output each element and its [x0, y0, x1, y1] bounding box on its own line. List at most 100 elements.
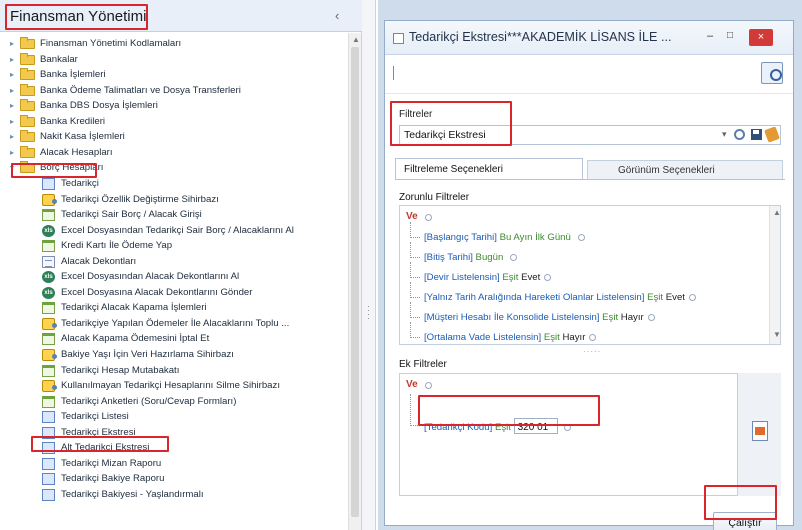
tree-node-expanded[interactable]: ▾ Borç Hesapları	[0, 160, 348, 176]
menu-item[interactable]: Alacak Kapama Ödemesini İptal Et	[0, 331, 348, 347]
scrollbar-thumb[interactable]	[351, 47, 359, 517]
filter-operator[interactable]: Eşit	[647, 292, 663, 303]
dialog-title: Tedarikçi Ekstresi***AKADEMİK LİSANS İLE…	[409, 30, 672, 44]
tree-node[interactable]: ▸ Nakit Kasa İşlemleri	[0, 129, 348, 145]
scroll-up-icon[interactable]: ▲	[773, 208, 780, 217]
folder-icon	[20, 68, 35, 81]
collapse-icon[interactable]: ‹	[335, 8, 339, 23]
dialog-titlebar[interactable]: Tedarikçi Ekstresi***AKADEMİK LİSANS İLE…	[385, 21, 793, 55]
excel-export-icon[interactable]	[752, 421, 768, 441]
menu-item[interactable]: Tedarikçi	[0, 176, 348, 192]
remove-condition-icon[interactable]	[564, 424, 572, 431]
panel-splitter[interactable]: · · · ·	[362, 0, 376, 530]
minimize-button[interactable]: –	[707, 30, 721, 42]
menu-item[interactable]: Tedarikçi Özellik Değiştirme Sihirbazı	[0, 192, 348, 208]
add-condition-icon[interactable]	[425, 382, 432, 389]
remove-condition-icon[interactable]	[509, 254, 517, 261]
menu-item[interactable]: Alt Tedarikçi Ekstresi	[0, 440, 348, 456]
filter-select[interactable]: Tedarikçi Ekstresi ▾	[399, 125, 781, 145]
expand-icon[interactable]: ▸	[10, 129, 18, 145]
tab-filter-options[interactable]: Filtreleme Seçenekleri	[395, 158, 583, 180]
filter-value[interactable]: Evet	[666, 292, 685, 303]
filter-field[interactable]: [Devir Listelensin]	[424, 272, 500, 283]
menu-item[interactable]: Excel Dosyasından Tedarikçi Sair Borç / …	[0, 223, 348, 239]
menu-item[interactable]: Kredi Kartı İle Ödeme Yap	[0, 238, 348, 254]
tree-node[interactable]: ▸ Banka DBS Dosya İşlemleri	[0, 98, 348, 114]
menu-item[interactable]: Tedarikçi Mizan Raporu	[0, 456, 348, 472]
scroll-up-icon[interactable]: ▲	[352, 35, 360, 44]
menu-item[interactable]: Tedarikçi Ekstresi	[0, 425, 348, 441]
wizard-icon	[42, 380, 57, 393]
menu-item-label: Tedarikçi Mizan Raporu	[61, 457, 162, 469]
filter-field[interactable]: [Müşteri Hesabı İle Konsolide Listelensi…	[424, 312, 599, 323]
expand-icon[interactable]: ▸	[10, 145, 18, 161]
chevron-down-icon[interactable]: ▾	[722, 129, 727, 140]
expand-icon[interactable]: ▸	[10, 98, 18, 114]
menu-item[interactable]: Tedarikçi Bakiye Raporu	[0, 471, 348, 487]
tree-scrollbar[interactable]: ▲	[348, 33, 361, 530]
save-icon[interactable]	[751, 129, 762, 140]
tab-view-options[interactable]: Görünüm Seçenekleri	[587, 160, 783, 180]
tree-node[interactable]: ▸ Banka Ödeme Talimatları ve Dosya Transf…	[0, 83, 348, 99]
close-button[interactable]: ×	[749, 29, 773, 46]
supplier-code-input[interactable]: 320 01	[513, 418, 558, 434]
collapse-node-icon[interactable]: ▾	[10, 160, 18, 176]
resize-grip[interactable]: ·····	[583, 347, 601, 356]
filter-field[interactable]: [Başlangıç Tarihi]	[424, 232, 497, 243]
remove-condition-icon[interactable]	[647, 314, 655, 321]
expand-icon[interactable]: ▸	[10, 114, 18, 130]
scroll-down-icon[interactable]: ▼	[773, 330, 780, 339]
tree-node[interactable]: ▸ Bankalar	[0, 52, 348, 68]
report-icon	[42, 488, 55, 501]
and-operator-label[interactable]: Ve	[406, 379, 418, 390]
and-operator-label[interactable]: Ve	[406, 211, 418, 222]
remove-condition-icon[interactable]	[577, 234, 585, 241]
filter-operator[interactable]: Eşit	[544, 332, 560, 343]
filter-operator[interactable]: Eşit	[495, 422, 511, 433]
menu-item[interactable]: Excel Dosyasına Alacak Dekontlarını Gönd…	[0, 285, 348, 301]
expand-icon[interactable]: ▸	[10, 83, 18, 99]
expand-icon[interactable]: ▸	[10, 67, 18, 83]
filter-operator[interactable]: Bu Ayın İlk Günü	[500, 232, 571, 243]
edit-icon[interactable]	[764, 126, 780, 143]
expand-icon[interactable]: ▸	[10, 36, 18, 52]
required-filters-scrollbar[interactable]: ▲ ▼	[769, 206, 780, 344]
menu-item[interactable]: Tedarikçi Anketleri (Soru/Cevap Formları…	[0, 394, 348, 410]
required-filters-label: Zorunlu Filtreler	[399, 192, 470, 203]
filter-operator[interactable]: Eşit	[502, 272, 518, 283]
menu-item[interactable]: Bakiye Yaşı İçin Veri Hazırlama Sihirbaz…	[0, 347, 348, 363]
filter-settings-icon[interactable]	[734, 129, 745, 140]
remove-condition-icon[interactable]	[589, 334, 597, 341]
menu-item[interactable]: Tedarikçiye Yapılan Ödemeler İle Alacakl…	[0, 316, 348, 332]
filter-operator[interactable]: Bugün	[476, 252, 504, 263]
menu-item[interactable]: Excel Dosyasından Alacak Dekontlarını Al	[0, 269, 348, 285]
tree-node[interactable]: ▸ Banka İşlemleri	[0, 67, 348, 83]
expand-icon[interactable]: ▸	[10, 52, 18, 68]
menu-item[interactable]: Tedarikçi Alacak Kapama İşlemleri	[0, 300, 348, 316]
filter-field[interactable]: [Ortalama Vade Listelensin]	[424, 332, 541, 343]
filter-value[interactable]: Evet	[521, 272, 540, 283]
tree-connector	[410, 394, 420, 426]
add-condition-icon[interactable]	[425, 214, 432, 221]
tree-node[interactable]: ▸ Banka Kredileri	[0, 114, 348, 130]
filter-value[interactable]: Hayır	[562, 332, 585, 343]
run-button[interactable]: Çalıştır	[713, 512, 777, 530]
preview-search-icon[interactable]	[761, 62, 783, 84]
tree-node[interactable]: ▸ Finansman Yönetimi Kodlamaları	[0, 36, 348, 52]
menu-item[interactable]: Kullanılmayan Tedarikçi Hesaplarını Silm…	[0, 378, 348, 394]
maximize-button[interactable]: □	[727, 30, 741, 41]
menu-item[interactable]: Tedarikçi Bakiyesi - Yaşlandırmalı	[0, 487, 348, 503]
remove-condition-icon[interactable]	[544, 274, 552, 281]
menu-item[interactable]: Tedarikçi Sair Borç / Alacak Girişi	[0, 207, 348, 223]
filter-field[interactable]: [Yalnız Tarih Aralığında Hareketi Olanla…	[424, 292, 644, 303]
filter-field[interactable]: [Bitiş Tarihi]	[424, 252, 473, 263]
menu-item[interactable]: Tedarikçi Listesi	[0, 409, 348, 425]
filter-operator[interactable]: Eşit	[602, 312, 618, 323]
wizard-icon	[42, 193, 57, 206]
filter-value[interactable]: Hayır	[621, 312, 644, 323]
remove-condition-icon[interactable]	[688, 294, 696, 301]
menu-item[interactable]: Tedarikçi Hesap Mutabakatı	[0, 363, 348, 379]
tree-node[interactable]: ▸ Alacak Hesapları	[0, 145, 348, 161]
filter-field[interactable]: [Tedarikçi Kodu]	[424, 422, 492, 433]
menu-item[interactable]: Alacak Dekontları	[0, 254, 348, 270]
